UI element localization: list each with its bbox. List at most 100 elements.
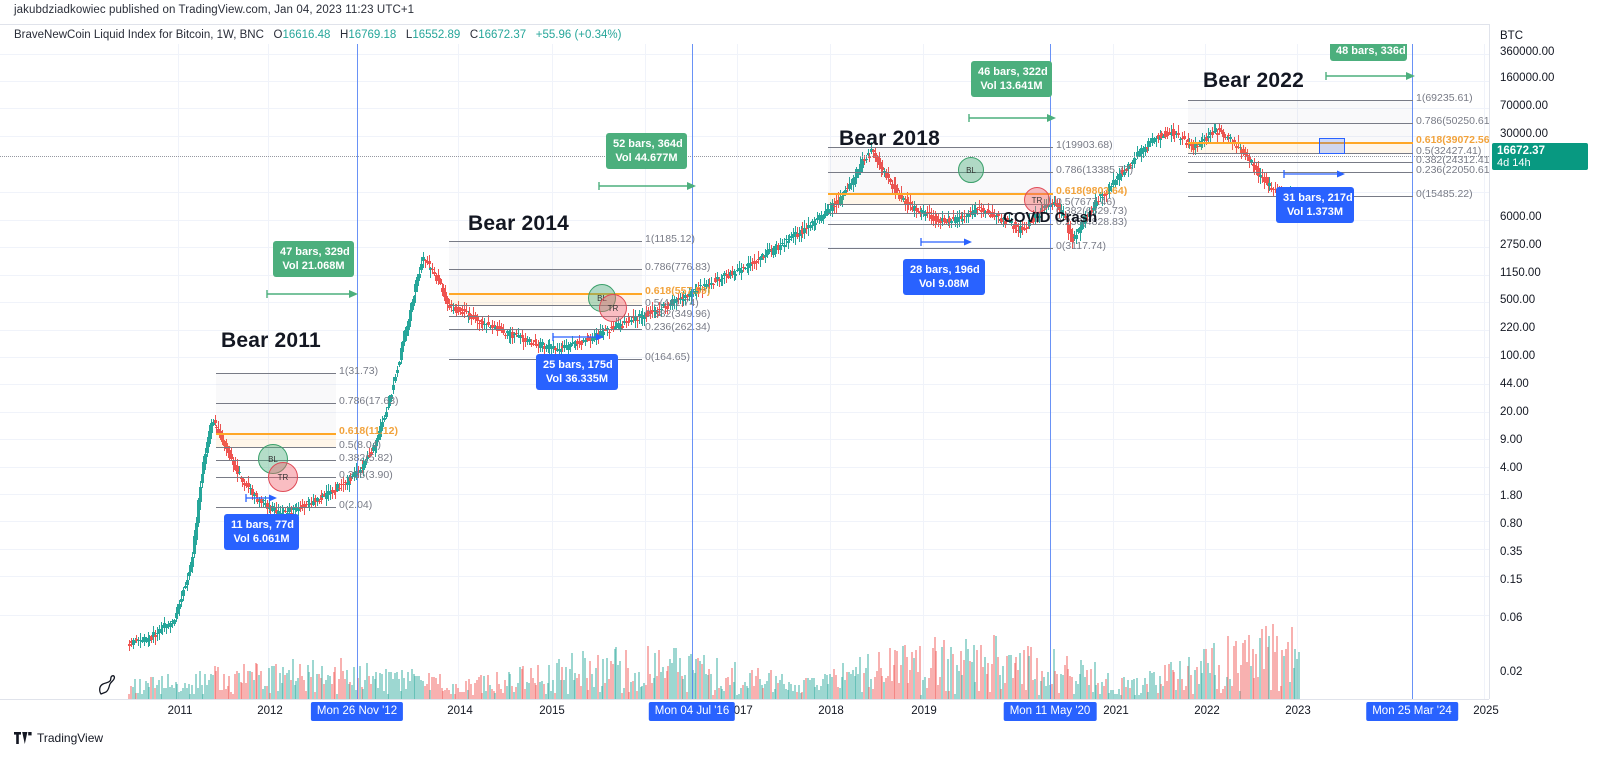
tradingview-logo-icon: [14, 732, 32, 744]
current-price-value: 16672.37: [1497, 145, 1545, 157]
date-tick: 2012: [257, 705, 283, 717]
low-value: 16552.89: [412, 29, 461, 41]
fib-level-1: [216, 373, 336, 374]
price-tick: 9.00: [1500, 434, 1523, 446]
price-tick: 360000.00: [1500, 46, 1555, 58]
date-tick: 2019: [911, 705, 937, 717]
measure-bars: 48 bars, 336d: [1336, 45, 1406, 57]
measure-arrow-green-2018: [968, 114, 1056, 122]
marker-top-right-2014[interactable]: TR: [599, 294, 627, 322]
price-tick: 1.80: [1500, 490, 1523, 502]
fib-label: 0.236(22050.61): [1416, 164, 1489, 176]
current-price-tag[interactable]: 16672.37 4d 14h: [1492, 143, 1588, 170]
fib-label: 0(15485.22): [1416, 188, 1473, 200]
fib-zone: [1188, 100, 1413, 142]
date-tag-highlight[interactable]: Mon 04 Jul '16: [648, 702, 736, 721]
date-axis[interactable]: 2011 2012 2014 2015 2017 2018 2019 2021 …: [0, 699, 1499, 723]
vertical-marker-2016: [692, 44, 693, 699]
cursor-icon: [99, 675, 116, 695]
measure-box-blue-2022[interactable]: 31 bars, 217d Vol 1.373M: [1276, 187, 1354, 223]
measure-bars: 28 bars, 196d: [910, 264, 980, 276]
fib-level-0786: [449, 269, 642, 270]
price-tick: 0.02: [1500, 666, 1523, 678]
date-tag-highlight[interactable]: Mon 26 Nov '12: [310, 702, 404, 721]
fib-label: 0.618(557.59): [645, 285, 711, 297]
fib-zone-gold: [828, 193, 1053, 204]
marker-top-right-2011[interactable]: TR: [268, 462, 298, 492]
measure-box-blue-2014[interactable]: 25 bars, 175d Vol 36.335M: [536, 354, 618, 390]
symbol-ohlc-line: BraveNewCoin Liquid Index for Bitcoin, 1…: [14, 29, 621, 41]
price-axis-unit: BTC: [1500, 30, 1523, 42]
date-tick: 2023: [1285, 705, 1311, 717]
title-bear-2022: Bear 2022: [1203, 69, 1305, 92]
fib-label: 0.618(11.12): [339, 425, 398, 437]
price-tick: 20.00: [1500, 406, 1529, 418]
fib-label: 0(164.65): [645, 351, 690, 363]
measure-vol: Vol 13.641M: [980, 80, 1043, 92]
measure-bars: 31 bars, 217d: [1283, 192, 1353, 204]
price-tick: 44.00: [1500, 378, 1529, 390]
price-tick: 4.00: [1500, 462, 1523, 474]
measure-box-green-2022[interactable]: 48 bars, 336d: [1330, 44, 1407, 61]
title-covid-crash: COVID Crash: [1003, 209, 1098, 226]
fib-retracement-2018[interactable]: 1(19903.68) 0.786(13385.77) 0.618(9803.6…: [828, 139, 1133, 252]
fib-label: 1(31.73): [339, 365, 379, 377]
measure-arrow-blue-2018: [920, 238, 972, 246]
measure-vol: Vol 44.677M: [615, 152, 678, 164]
measure-bars: 46 bars, 322d: [978, 66, 1048, 78]
measure-bars: 11 bars, 77d: [231, 519, 294, 531]
price-tick: 160000.00: [1500, 72, 1555, 84]
measure-bars: 47 bars, 329d: [280, 246, 350, 258]
open-value: 16616.48: [282, 29, 331, 41]
measure-vol: Vol 36.335M: [545, 373, 609, 385]
measure-vol: Vol 21.068M: [282, 260, 345, 272]
title-bear-2014: Bear 2014: [468, 212, 570, 235]
measure-bars: 25 bars, 175d: [543, 359, 613, 371]
fib-label: 0.5(8.04): [339, 439, 382, 451]
measure-box-blue-2018[interactable]: 28 bars, 196d Vol 9.08M: [903, 259, 985, 295]
tradingview-brand: TradingView: [37, 731, 104, 745]
fib-label: 0.236(3.90): [339, 469, 393, 481]
date-tick: 2011: [167, 705, 193, 717]
price-tick: 6000.00: [1500, 211, 1542, 223]
date-tick: 2021: [1103, 705, 1129, 717]
measure-box-green-2018[interactable]: 46 bars, 322d Vol 13.641M: [971, 61, 1052, 97]
chart-plot-area[interactable]: 1(31.73) 0.786(17.63) 0.618(11.12) 0.5(8…: [0, 44, 1489, 699]
header-divider: [0, 24, 1600, 25]
fib-label: 0(3117.74): [1056, 240, 1107, 252]
measure-box-green-2014[interactable]: 52 bars, 364d Vol 44.677M: [606, 133, 687, 169]
price-tick: 0.35: [1500, 546, 1523, 558]
fib-level-0618: [216, 433, 336, 435]
fib-label: 0(2.04): [339, 499, 373, 511]
date-tag-highlight[interactable]: Mon 11 May '20: [1003, 702, 1097, 721]
price-tick: 0.06: [1500, 612, 1523, 624]
marker-bottom-left-2018[interactable]: BL: [958, 157, 984, 183]
marker-label: BL: [966, 165, 976, 175]
measure-arrow-green-2014: [598, 182, 696, 190]
fib-level-05: [828, 204, 1053, 205]
date-tag-highlight[interactable]: Mon 25 Mar '24: [1366, 702, 1458, 721]
fib-zone: [828, 147, 1053, 193]
fib-level-0382: [1188, 162, 1413, 163]
fib-level-0618: [1188, 142, 1413, 144]
measure-box-green-2011[interactable]: 47 bars, 329d Vol 21.068M: [273, 241, 354, 277]
selection-handle-2022[interactable]: [1319, 138, 1345, 154]
fib-level-0236: [449, 329, 642, 330]
publisher-line: jakubdziadkowiec published on TradingVie…: [14, 4, 415, 16]
change-value: +55.96 (+0.34%): [535, 29, 622, 41]
measure-box-blue-2011[interactable]: 11 bars, 77d Vol 6.061M: [224, 514, 299, 550]
symbol-name[interactable]: BraveNewCoin Liquid Index for Bitcoin, 1…: [14, 29, 264, 41]
price-tick: 2750.00: [1500, 239, 1542, 251]
price-axis[interactable]: BTC 360000.00 160000.00 70000.00 30000.0…: [1489, 24, 1600, 699]
vertical-marker-2020: [1050, 44, 1051, 699]
fib-label: 0.786(776.83): [645, 261, 711, 273]
fib-level-0: [828, 248, 1053, 249]
measure-arrow-blue-2011: [245, 494, 277, 502]
fib-retracement-2022[interactable]: 1(69235.61) 0.786(50250.61) 0.618(39072.…: [1188, 92, 1489, 200]
measure-arrow-blue-2022: [1283, 170, 1345, 178]
fib-level-1: [1188, 100, 1413, 101]
price-tick: 220.00: [1500, 322, 1536, 334]
fib-label: 0.382(5.82): [339, 452, 393, 464]
date-tick: 2014: [447, 705, 473, 717]
fib-label: 0.786(50250.61): [1416, 115, 1489, 127]
